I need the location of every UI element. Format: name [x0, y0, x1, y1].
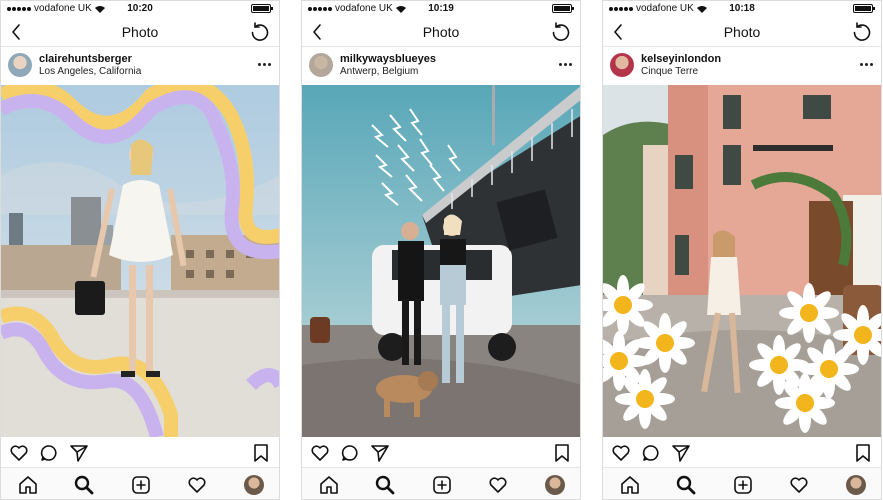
- page-title: Photo: [422, 24, 460, 40]
- heart-icon[interactable]: [9, 443, 29, 463]
- home-icon[interactable]: [318, 474, 340, 496]
- avatar[interactable]: [244, 475, 264, 495]
- avatar[interactable]: [610, 53, 634, 77]
- location[interactable]: Antwerp, Belgium: [340, 66, 418, 77]
- post-header: kelseyinlondon Cinque Terre: [603, 47, 881, 85]
- username[interactable]: kelseyinlondon: [641, 53, 721, 65]
- status-time: 10:20: [127, 3, 153, 14]
- battery-icon: [251, 4, 273, 13]
- tab-bar: [603, 467, 881, 499]
- post-actions: [302, 439, 580, 467]
- tab-bar: [302, 467, 580, 499]
- battery-icon: [853, 4, 875, 13]
- comment-icon[interactable]: [641, 443, 661, 463]
- plus-square-icon[interactable]: [130, 474, 152, 496]
- plus-square-icon[interactable]: [431, 474, 453, 496]
- avatar[interactable]: [8, 53, 32, 77]
- search-icon[interactable]: [675, 474, 697, 496]
- heart-icon[interactable]: [310, 443, 330, 463]
- bookmark-icon[interactable]: [853, 443, 873, 463]
- avatar[interactable]: [846, 475, 866, 495]
- post-photo[interactable]: [603, 85, 881, 437]
- post-header: clairehuntsberger Los Angeles, Californi…: [1, 47, 279, 85]
- location[interactable]: Los Angeles, California: [39, 66, 141, 77]
- avatar[interactable]: [309, 53, 333, 77]
- post-photo[interactable]: [1, 85, 279, 437]
- phone-screen-2: vodafone UK 10:19 Photo milkywaysblueyes…: [301, 0, 581, 500]
- bookmark-icon[interactable]: [251, 443, 271, 463]
- post-header: milkywaysblueyes Antwerp, Belgium: [302, 47, 580, 85]
- more-horizontal-icon[interactable]: [258, 63, 271, 66]
- search-icon[interactable]: [374, 474, 396, 496]
- nav-bar: Photo: [1, 17, 279, 47]
- search-icon[interactable]: [73, 474, 95, 496]
- nav-bar: Photo: [603, 17, 881, 47]
- heart-icon[interactable]: [788, 474, 810, 496]
- status-bar: vodafone UK 10:20: [1, 1, 279, 17]
- username[interactable]: clairehuntsberger: [39, 53, 132, 65]
- tab-bar: [1, 467, 279, 499]
- bookmark-icon[interactable]: [552, 443, 572, 463]
- status-bar: vodafone UK 10:19: [302, 1, 580, 17]
- comment-icon[interactable]: [340, 443, 360, 463]
- nav-bar: Photo: [302, 17, 580, 47]
- photo-daisies: [603, 85, 881, 437]
- post-photo[interactable]: [302, 85, 580, 437]
- post-actions: [603, 439, 881, 467]
- plus-square-icon[interactable]: [732, 474, 754, 496]
- phone-screen-1: vodafone UK 10:20 Photo clairehuntsberge…: [0, 0, 280, 500]
- photo-street: [302, 85, 580, 437]
- refresh-icon[interactable]: [249, 21, 271, 43]
- send-icon[interactable]: [370, 443, 390, 463]
- username[interactable]: milkywaysblueyes: [340, 53, 436, 65]
- comment-icon[interactable]: [39, 443, 59, 463]
- home-icon[interactable]: [17, 474, 39, 496]
- heart-icon[interactable]: [611, 443, 631, 463]
- phone-screen-3: vodafone UK 10:18 Photo kelseyinlondon C…: [602, 0, 882, 500]
- send-icon[interactable]: [69, 443, 89, 463]
- send-icon[interactable]: [671, 443, 691, 463]
- heart-icon[interactable]: [487, 474, 509, 496]
- status-bar: vodafone UK 10:18: [603, 1, 881, 17]
- battery-icon: [552, 4, 574, 13]
- status-time: 10:19: [428, 3, 454, 14]
- photo-rooftop: [1, 85, 279, 437]
- home-icon[interactable]: [619, 474, 641, 496]
- page-title: Photo: [723, 24, 761, 40]
- page-title: Photo: [121, 24, 159, 40]
- refresh-icon[interactable]: [550, 21, 572, 43]
- more-horizontal-icon[interactable]: [860, 63, 873, 66]
- status-time: 10:18: [729, 3, 755, 14]
- heart-icon[interactable]: [186, 474, 208, 496]
- refresh-icon[interactable]: [851, 21, 873, 43]
- more-horizontal-icon[interactable]: [559, 63, 572, 66]
- post-actions: [1, 439, 279, 467]
- location[interactable]: Cinque Terre: [641, 66, 698, 77]
- avatar[interactable]: [545, 475, 565, 495]
